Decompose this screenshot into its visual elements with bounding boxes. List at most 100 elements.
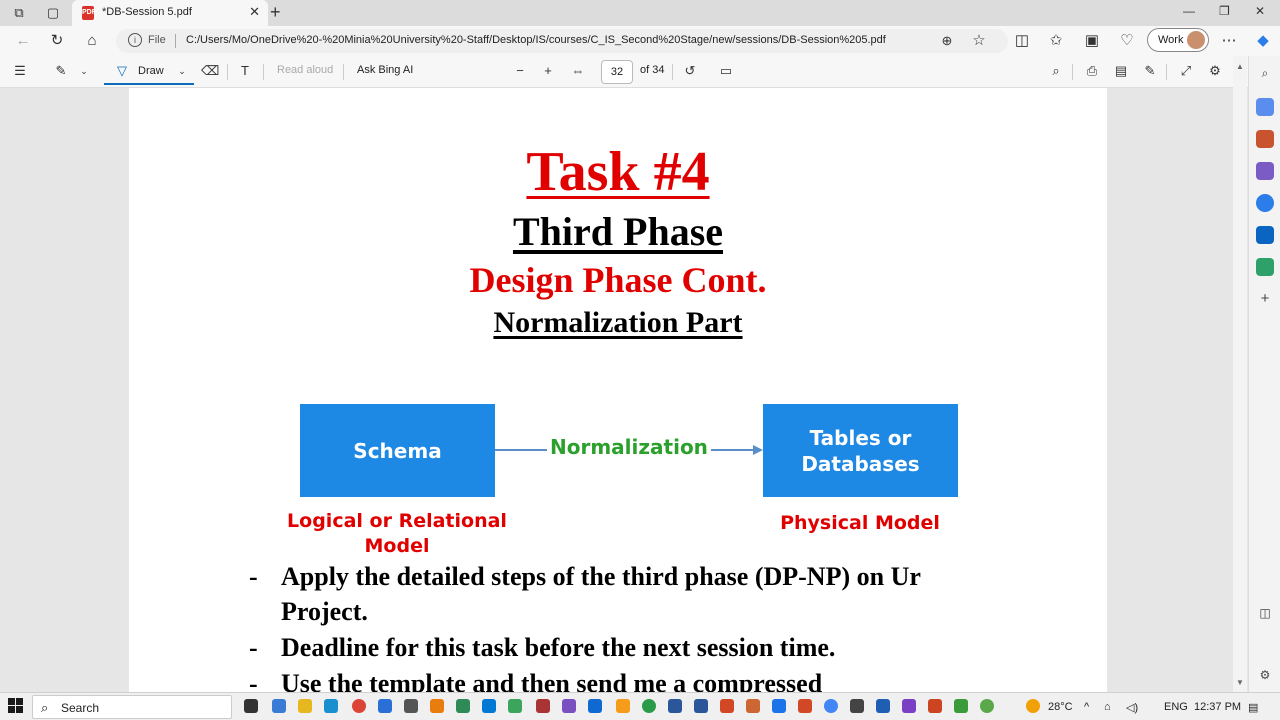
ask-bing-button[interactable]: Ask Bing AI [357,64,413,76]
powerpoint-icon[interactable] [720,699,734,713]
taskbar-app-icon[interactable] [536,699,550,713]
back-button[interactable]: ← [14,32,32,50]
taskbar-app-icon[interactable] [902,699,916,713]
rotate-icon[interactable]: ↺ [682,63,698,79]
taskbar-search[interactable]: ⌕ Search [32,695,232,719]
favorites-icon[interactable]: ✩ [1047,32,1065,50]
address-bar[interactable]: i File C:/Users/Mo/OneDrive%20-%20Minia%… [116,29,1008,53]
close-tab-icon[interactable]: ✕ [249,4,260,20]
page-view-icon[interactable]: ▭ [718,63,734,79]
taskbar-app-icon[interactable] [798,699,812,713]
volume-icon[interactable]: ◁) [1126,701,1138,714]
vertical-scrollbar[interactable]: ▲ ▼ [1233,56,1247,692]
zoom-icon[interactable]: ⊕ [938,32,956,50]
hide-sidebar-icon[interactable]: ◫ [1256,606,1274,624]
split-screen-icon[interactable]: ◫ [1013,32,1031,50]
network-icon[interactable]: ⌂ [1104,701,1111,713]
file-label: File [148,34,166,46]
file-explorer-icon[interactable] [298,699,312,713]
favorite-star-icon[interactable]: ☆ [970,32,988,50]
edge-icon[interactable] [324,699,338,713]
copilot-icon[interactable]: ◆ [1254,32,1272,50]
clock[interactable]: 12:37 PM [1194,701,1241,713]
tab-pdf[interactable]: PDF *DB-Session 5.pdf ✕ [72,0,268,26]
read-aloud-button[interactable]: Read aloud [277,64,333,76]
tray-chevron-icon[interactable]: ^ [1084,701,1089,713]
workspaces-icon[interactable]: ⧉ [10,4,28,22]
taskbar-app-icon[interactable] [824,699,838,713]
tools-briefcase-icon[interactable] [1256,130,1274,148]
zoom-in-icon[interactable]: + [540,63,556,79]
weather-icon[interactable] [1026,699,1040,713]
taskbar-app-icon[interactable] [378,699,392,713]
task-view-icon[interactable] [244,699,258,713]
taskbar-app-icon[interactable] [668,699,682,713]
fit-page-icon[interactable]: ⇔ [570,63,586,79]
logical-model-caption: Logical or Relational Model [269,509,525,559]
fullscreen-icon[interactable]: ⤢ [1178,63,1194,79]
tab-actions-icon[interactable]: ▢ [44,4,62,22]
settings-gear-icon[interactable]: ⚙ [1207,63,1223,79]
taskbar-app-icon[interactable] [508,699,522,713]
collections-icon[interactable]: ▣ [1083,32,1101,50]
eraser-icon[interactable]: ⌫ [201,63,219,79]
home-button[interactable]: ⌂ [83,32,101,50]
taskbar-app-icon[interactable] [850,699,864,713]
shopping-tag-icon[interactable] [1256,98,1274,116]
taskbar-app-icon[interactable] [746,699,760,713]
drop-icon[interactable] [1256,258,1274,276]
page-number-input[interactable]: 32 [601,60,633,84]
save-icon[interactable]: ▤ [1113,63,1129,79]
games-icon[interactable] [1256,162,1274,180]
zoom-out-icon[interactable]: − [512,63,528,79]
print-icon[interactable]: ⎙ [1084,63,1100,79]
chevron-down-icon[interactable]: ⌄ [76,63,92,79]
taskbar-app-icon[interactable] [616,699,630,713]
chrome-icon[interactable] [352,699,366,713]
browser-essentials-icon[interactable]: ♡ [1118,32,1136,50]
profile-button[interactable]: Work [1147,28,1209,52]
windows-start-icon[interactable] [8,698,24,714]
scroll-up-icon[interactable]: ▲ [1236,62,1244,71]
vscode-icon[interactable] [588,699,602,713]
text-box-icon[interactable]: T [237,63,253,79]
scroll-down-icon[interactable]: ▼ [1236,678,1244,687]
add-sidebar-app-icon[interactable]: + [1256,290,1274,308]
tables-box: Tables or Databases [763,404,958,497]
taskbar-app-icon[interactable] [430,699,444,713]
document-viewer[interactable]: Task #4 Third Phase Design Phase Cont. N… [0,88,1248,692]
microsoft-365-icon[interactable] [1256,194,1274,212]
taskbar-app-icon[interactable] [980,699,994,713]
word-icon[interactable] [694,699,708,713]
sidebar-settings-icon[interactable]: ⚙ [1256,668,1274,686]
language-indicator[interactable]: ENG [1164,701,1188,713]
notifications-icon[interactable]: ▤ [1248,701,1258,714]
close-window-button[interactable]: ✕ [1255,4,1265,18]
taskbar-app-icon[interactable] [642,699,656,713]
save-as-icon[interactable]: ✎ [1142,63,1158,79]
taskbar-app-icon[interactable] [876,699,890,713]
chevron-down-icon: ⌄ [178,66,186,76]
outlook-icon[interactable] [1256,226,1274,244]
new-tab-button[interactable]: + [270,2,281,23]
taskbar-app-icon[interactable] [772,699,786,713]
minimize-button[interactable]: — [1183,4,1195,18]
taskbar-app-icon[interactable] [456,699,470,713]
highlight-icon[interactable]: ✎ [53,63,69,79]
taskbar-app-icon[interactable] [928,699,942,713]
refresh-button[interactable]: ↻ [48,32,66,50]
draw-button[interactable]: ▽ Draw ⌄ [104,59,194,85]
taskbar-app-icon[interactable] [954,699,968,713]
address-url[interactable]: C:/Users/Mo/OneDrive%20-%20Minia%20Unive… [186,34,886,46]
sidebar-search-icon[interactable]: ⌕ [1256,66,1274,84]
taskbar-app-icon[interactable] [482,699,496,713]
search-icon[interactable]: ⌕ [1048,63,1064,79]
weather-temp[interactable]: 28°C [1048,701,1073,713]
taskbar-app-icon[interactable] [562,699,576,713]
taskbar-app-icon[interactable] [404,699,418,713]
more-menu-icon[interactable]: ⋯ [1220,32,1238,50]
contents-icon[interactable]: ☰ [12,63,28,79]
taskbar-app-icon[interactable] [272,699,286,713]
maximize-button[interactable]: ❐ [1219,4,1230,18]
info-icon[interactable]: i [128,33,142,47]
